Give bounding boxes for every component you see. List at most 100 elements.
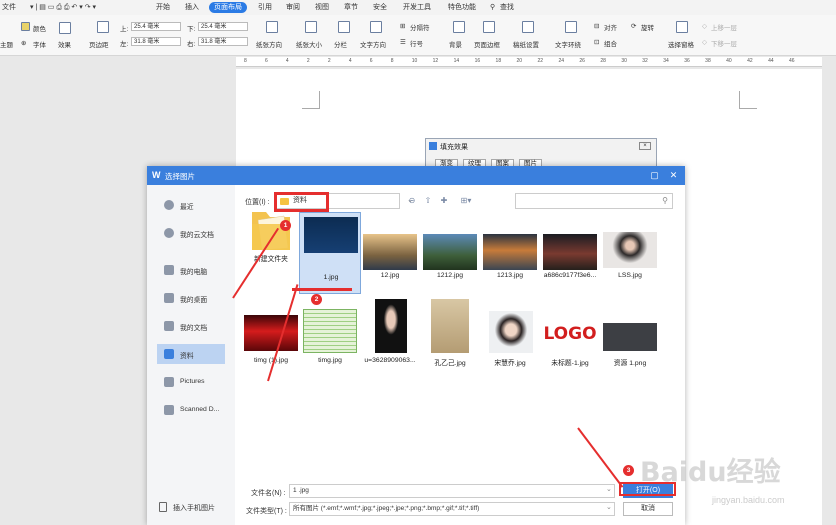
ruler-tick-label: 2 [327, 58, 331, 64]
maximize-icon[interactable]: ▢ [648, 169, 661, 182]
tab-start[interactable]: 开始 [156, 2, 170, 13]
ruler-tick-label: 6 [369, 58, 373, 64]
cancel-button[interactable]: 取消 [623, 502, 673, 516]
folder-icon [164, 405, 174, 415]
sidebar-item-recent[interactable]: 最近 [157, 195, 225, 215]
text-direction-button[interactable]: 文字方向 [360, 39, 386, 49]
file-name: a686c9177f3e6... [543, 272, 597, 279]
view-mode-icon[interactable]: ⊞▾ [457, 196, 475, 206]
search-input[interactable]: ⚲ [515, 193, 673, 209]
page-border-button[interactable]: 页面边框 [474, 39, 500, 49]
tab-chapter[interactable]: 章节 [344, 2, 358, 13]
font-button[interactable]: 字体 [33, 39, 46, 49]
annotation-badge-3: 3 [623, 465, 634, 476]
chevron-down-icon[interactable]: ⌄ [606, 485, 612, 493]
file-item-kongyiji[interactable]: 孔乙己.jpg [419, 299, 481, 381]
orientation-button[interactable]: 纸张方向 [256, 39, 282, 49]
chevron-down-icon[interactable]: ⌄ [606, 503, 612, 511]
sidebar-item-pictures[interactable]: Pictures [157, 372, 225, 392]
align-button[interactable]: 对齐 [604, 22, 617, 32]
background-button[interactable]: 背景 [449, 39, 462, 49]
rotate-button[interactable]: 旋转 [641, 22, 654, 32]
sidebar-item-my-computer[interactable]: 我的电脑 [157, 260, 225, 280]
tab-references[interactable]: 引用 [258, 2, 272, 13]
tab-page-layout[interactable]: 页面布局 [209, 2, 247, 13]
ruler-tick-label: 6 [264, 58, 268, 64]
left-margin-input[interactable]: 31.8 毫米 [131, 37, 181, 46]
folder-icon [164, 377, 174, 387]
tab-insert[interactable]: 插入 [185, 2, 199, 13]
menu-file[interactable]: 文件 [2, 2, 16, 13]
sidebar-item-ziliao[interactable]: 资料 [157, 344, 225, 364]
ruler-tick-label: 30 [621, 58, 627, 64]
section-break-button[interactable]: 分隔符 [410, 22, 430, 32]
line-number-button[interactable]: 行号 [410, 38, 423, 48]
file-item-untitled[interactable]: LOGO 未标题-1.jpg [539, 299, 601, 381]
effect-button[interactable]: 效果 [58, 39, 71, 49]
ruler-tick-label: 2 [306, 58, 310, 64]
file-item-12jpg[interactable]: 12.jpg [359, 212, 421, 294]
file-item-resource1[interactable]: 资源 1.png [599, 299, 661, 381]
file-item-1213jpg[interactable]: 1213.jpg [479, 212, 541, 294]
wrap-button[interactable]: 文字环绕 [555, 39, 581, 49]
margin-button[interactable]: 页边距 [89, 39, 109, 49]
annotation-badge-1: 1 [280, 220, 291, 231]
margin-corner-top-right [739, 91, 757, 109]
file-item-songhuiqiao[interactable]: 宋慧乔.jpg [479, 299, 541, 381]
tab-review[interactable]: 审阅 [286, 2, 300, 13]
file-name: 未标题-1.jpg [551, 360, 589, 367]
ruler-tick-label: 10 [411, 58, 418, 64]
sidebar-item-label: 我的桌面 [180, 297, 208, 304]
image-thumbnail [543, 234, 597, 270]
file-item-timg[interactable]: timg.jpg [299, 299, 361, 381]
tab-developer[interactable]: 开发工具 [403, 2, 431, 13]
theme-button[interactable]: 主题 [0, 39, 13, 49]
menu-search[interactable]: 查找 [500, 2, 514, 13]
sidebar-item-desktop[interactable]: 我的桌面 [157, 288, 225, 308]
file-item-a686c[interactable]: a686c9177f3e6... [539, 212, 601, 294]
size-button[interactable]: 纸张大小 [296, 39, 322, 49]
filename-input[interactable]: 1 .jpg [289, 484, 615, 498]
baidu-watermark: Baidu经验 [640, 457, 781, 488]
close-icon[interactable]: ✕ [667, 169, 680, 182]
search-icon[interactable]: ⚲ [490, 2, 495, 13]
close-icon[interactable]: × [639, 142, 651, 150]
annotation-badge-2: 2 [311, 294, 322, 305]
sidebar-item-cloud[interactable]: 我的云文档 [157, 223, 225, 243]
right-margin-input[interactable]: 31.8 毫米 [198, 37, 248, 46]
send-backward-button[interactable]: 下移一层 [711, 38, 737, 48]
group-button[interactable]: 组合 [604, 38, 617, 48]
ruler-tick-label: 8 [390, 58, 394, 64]
dialog-titlebar: W 选择图片 ▢ ✕ [147, 166, 685, 185]
sidebar-item-label: 我的文档 [180, 325, 208, 332]
top-margin-input[interactable]: 25.4 毫米 [131, 22, 181, 31]
ruler-tick-label: 20 [516, 58, 523, 64]
file-item-u3628[interactable]: u=3628909063... [359, 299, 421, 381]
image-thumbnail [375, 299, 407, 353]
paper-setting-icon [522, 21, 534, 33]
back-icon[interactable]: ⊖ [407, 196, 417, 206]
sidebar-item-documents[interactable]: 我的文档 [157, 316, 225, 336]
bottom-margin-input[interactable]: 25.4 毫米 [198, 22, 248, 31]
image-thumbnail [483, 234, 537, 270]
file-item-lssjpg[interactable]: LSS.jpg [599, 212, 661, 294]
tab-view[interactable]: 视图 [315, 2, 329, 13]
selection-pane-button[interactable]: 选择窗格 [668, 39, 694, 49]
columns-button[interactable]: 分栏 [334, 39, 347, 49]
tab-features[interactable]: 特色功能 [448, 2, 476, 13]
color-button[interactable]: 颜色 [33, 23, 46, 33]
tab-security[interactable]: 安全 [373, 2, 387, 13]
margin-corner-top-left [302, 91, 320, 109]
filetype-select[interactable]: 所有图片 (*.emf;*.wmf;*.jpg;*.jpeg;*.jpe;*.p… [289, 502, 615, 516]
up-folder-icon[interactable]: ⇧ [423, 196, 433, 206]
horizontal-ruler[interactable]: 8 6 4 2 2 4 6 8 10 12 14 16 18 20 22 24 26 28 30 32 34 36 38 40… [236, 57, 822, 67]
rotate-icon: ⟳ [631, 23, 637, 30]
sidebar-item-scanned[interactable]: Scanned D... [157, 400, 225, 420]
new-folder-icon[interactable]: ✚ [439, 196, 449, 206]
paper-setting-button[interactable]: 稿纸设置 [513, 39, 539, 49]
ruler-tick-label: 42 [747, 58, 753, 64]
cloud-icon [164, 228, 174, 238]
file-item-new-folder[interactable]: 新建文件夹 [240, 212, 302, 294]
bring-forward-button[interactable]: 上移一层 [711, 22, 737, 32]
file-item-1212jpg[interactable]: 1212.jpg [419, 212, 481, 294]
